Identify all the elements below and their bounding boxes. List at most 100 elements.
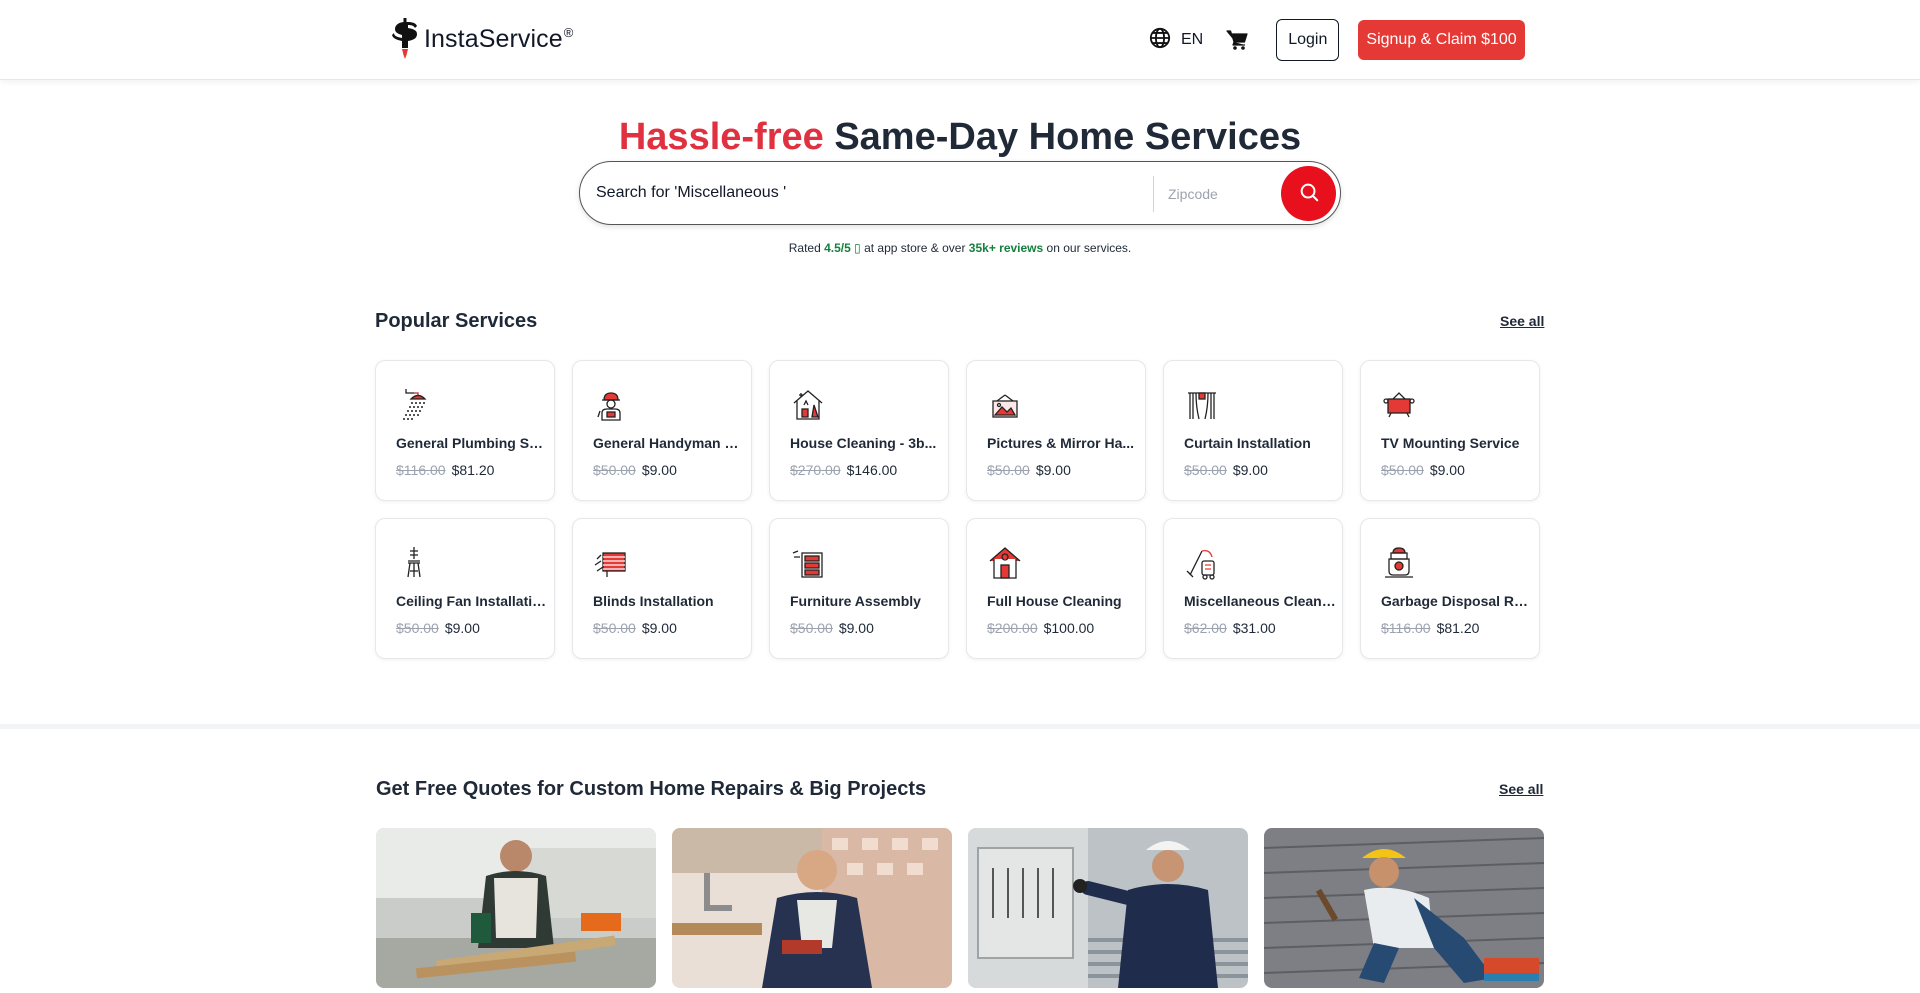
carpentry-photo[interactable]: [376, 828, 656, 988]
service-name: TV Mounting Service: [1381, 435, 1520, 451]
plumber-photo[interactable]: [672, 828, 952, 988]
service-price: $116.00 $81.20: [396, 462, 494, 478]
rating-prefix: Rated: [788, 241, 825, 255]
site-header: InstaService® EN Login Signup & Claim $1…: [0, 0, 1920, 80]
old-price: $62.00: [1184, 620, 1227, 636]
language-selector[interactable]: EN: [1149, 27, 1203, 54]
brand-logo[interactable]: InstaService®: [390, 18, 573, 60]
login-button[interactable]: Login: [1276, 19, 1340, 61]
old-price: $116.00: [1381, 620, 1431, 636]
popular-see-all-link[interactable]: See all: [1500, 313, 1544, 329]
quotes-see-all-link[interactable]: See all: [1499, 781, 1543, 797]
registered-mark: ®: [563, 25, 574, 41]
service-card[interactable]: Ceiling Fan Installation $50.00 $9.00: [375, 518, 555, 659]
full-house-icon: [987, 545, 1023, 581]
zipcode-input[interactable]: [1168, 176, 1278, 212]
search-divider: [1153, 176, 1154, 212]
service-name: Pictures & Mirror Ha...: [987, 435, 1135, 451]
service-card[interactable]: Full House Cleaning $200.00 $100.00: [966, 518, 1146, 659]
service-card[interactable]: General Handyman S... $50.00 $9.00: [572, 360, 752, 501]
hero-title-rest: Same-Day Home Services: [823, 116, 1302, 158]
old-price: $50.00: [396, 620, 439, 636]
current-price: $9.00: [444, 620, 480, 636]
rating-value: 4.5/5: [824, 241, 855, 255]
search-button[interactable]: [1281, 166, 1336, 221]
service-card[interactable]: Curtain Installation $50.00 $9.00: [1163, 360, 1343, 501]
blinds-icon: [593, 545, 629, 581]
house-clean-icon: [790, 387, 826, 423]
current-price: $9.00: [641, 620, 677, 636]
service-price: $116.00 $81.20: [1381, 620, 1479, 636]
disposal-icon: [1381, 545, 1417, 581]
service-price: $200.00 $100.00: [987, 620, 1094, 636]
service-card[interactable]: Miscellaneous Cleani... $62.00 $31.00: [1163, 518, 1343, 659]
current-price: $31.00: [1232, 620, 1276, 636]
old-price: $200.00: [987, 620, 1038, 636]
service-price: $50.00 $9.00: [1381, 462, 1465, 478]
old-price: $270.00: [790, 462, 841, 478]
service-price: $270.00 $146.00: [790, 462, 897, 478]
picture-frame-icon: [987, 387, 1023, 423]
service-price: $62.00 $31.00: [1184, 620, 1276, 636]
current-price: $9.00: [641, 462, 677, 478]
service-price: $50.00 $9.00: [396, 620, 480, 636]
search-bar: [579, 161, 1341, 225]
old-price: $50.00: [987, 462, 1030, 478]
cart-icon[interactable]: [1226, 28, 1250, 52]
hero-title-accent: Hassle-free: [618, 116, 824, 158]
current-price: $9.00: [838, 620, 874, 636]
service-card[interactable]: House Cleaning - 3b... $270.00 $146.00: [769, 360, 949, 501]
service-card[interactable]: Pictures & Mirror Ha... $50.00 $9.00: [966, 360, 1146, 501]
tv-icon: [1381, 387, 1417, 423]
popular-services-title: Popular Services: [375, 310, 538, 332]
roofer-photo[interactable]: [1264, 828, 1544, 988]
vacuum-icon: [1184, 545, 1220, 581]
services-grid: General Plumbing Se... $116.00 $81.20 Gen…: [375, 360, 1545, 659]
section-divider: [0, 724, 1920, 729]
service-card[interactable]: TV Mounting Service $50.00 $9.00: [1360, 360, 1540, 501]
service-card[interactable]: Garbage Disposal Re... $116.00 $81.20: [1360, 518, 1540, 659]
service-price: $50.00 $9.00: [790, 620, 874, 636]
service-price: $50.00 $9.00: [593, 462, 677, 478]
current-price: $9.00: [1035, 462, 1071, 478]
signup-button[interactable]: Signup & Claim $100: [1358, 20, 1525, 60]
ceiling-fan-icon: [396, 545, 432, 581]
service-name: House Cleaning - 3b...: [790, 435, 937, 451]
service-price: $50.00 $9.00: [987, 462, 1071, 478]
current-price: $9.00: [1429, 462, 1465, 478]
search-input[interactable]: [596, 174, 1136, 212]
old-price: $50.00: [593, 462, 636, 478]
current-price: $81.20: [1436, 620, 1480, 636]
rating-mid: at app store & over: [860, 241, 969, 255]
rating-suffix: on our services.: [1043, 241, 1132, 255]
rating-summary: Rated 4.5/5 ▯ at app store & over 35k+ r…: [0, 241, 1920, 255]
star-icon: ▯: [854, 241, 861, 255]
service-name: General Handyman S...: [593, 435, 745, 451]
globe-icon: [1149, 27, 1171, 54]
service-name: Blinds Installation: [593, 593, 714, 609]
reviews-count: 35k+ reviews: [968, 241, 1044, 255]
old-price: $116.00: [396, 462, 446, 478]
old-price: $50.00: [593, 620, 636, 636]
service-card[interactable]: General Plumbing Se... $116.00 $81.20: [375, 360, 555, 501]
service-name: Full House Cleaning: [987, 593, 1122, 609]
service-card[interactable]: Furniture Assembly $50.00 $9.00: [769, 518, 949, 659]
handyman-icon: [593, 387, 629, 423]
old-price: $50.00: [1381, 462, 1424, 478]
current-price: $9.00: [1232, 462, 1268, 478]
old-price: $50.00: [1184, 462, 1227, 478]
current-price: $146.00: [846, 462, 898, 478]
service-card[interactable]: Blinds Installation $50.00 $9.00: [572, 518, 752, 659]
search-icon: [1298, 181, 1320, 206]
electrician-photo[interactable]: [968, 828, 1248, 988]
service-name: Garbage Disposal Re...: [1381, 593, 1533, 609]
brand-name: InstaService®: [424, 24, 574, 53]
service-price: $50.00 $9.00: [593, 620, 677, 636]
header-actions: EN Login Signup & Claim $100: [1149, 19, 1525, 61]
service-name: General Plumbing Se...: [396, 435, 548, 451]
current-price: $81.20: [451, 462, 495, 478]
service-price: $50.00 $9.00: [1184, 462, 1268, 478]
service-name: Curtain Installation: [1184, 435, 1311, 451]
quotes-section-title: Get Free Quotes for Custom Home Repairs …: [376, 778, 927, 800]
furniture-icon: [790, 545, 826, 581]
